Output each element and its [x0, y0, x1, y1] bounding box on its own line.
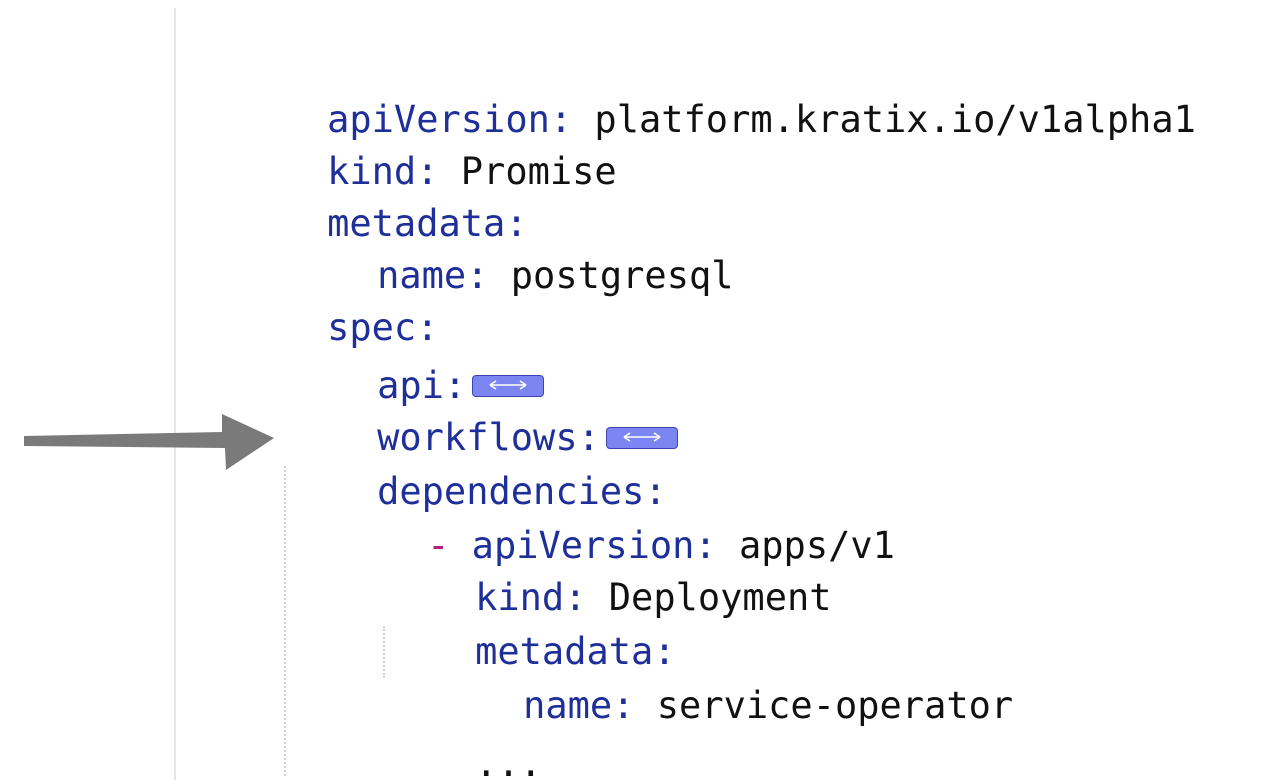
indent-guide-dependencies	[284, 466, 286, 776]
code-line-metadata[interactable]: metadata:	[238, 146, 527, 245]
code-line-dependencies[interactable]: dependencies:	[288, 414, 667, 513]
code-line-kind[interactable]: kind: Promise	[238, 94, 617, 193]
yaml-ellipsis: ...	[475, 742, 542, 780]
pointer-arrow-icon	[24, 414, 274, 470]
indent-guide-metadata	[383, 626, 385, 678]
code-line-dependency-kind[interactable]: kind: Deployment	[386, 520, 831, 619]
code-line-name[interactable]: name: postgresql	[288, 198, 733, 297]
yaml-value: platform.kratix.io/v1alpha1	[572, 98, 1196, 141]
code-line-workflows[interactable]: workflows:	[288, 360, 678, 459]
yaml-value: service-operator	[634, 684, 1014, 727]
code-line-ellipsis[interactable]: ...	[386, 686, 542, 780]
code-editor-view: apiVersion: platform.kratix.io/v1alpha1 …	[0, 0, 1280, 780]
editor-gutter-divider	[174, 8, 176, 780]
code-line-api[interactable]: api:	[288, 308, 545, 407]
code-line-dependency-name[interactable]: name: service-operator	[434, 628, 1013, 727]
code-line-apiversion[interactable]: apiVersion: platform.kratix.io/v1alpha1	[238, 42, 1196, 141]
code-line-spec[interactable]: spec:	[238, 250, 438, 349]
code-line-dependency-metadata[interactable]: metadata:	[386, 574, 675, 673]
code-line-dependency-apiversion[interactable]: - apiVersion: apps/v1	[338, 468, 895, 567]
yaml-value: postgresql	[488, 254, 734, 297]
